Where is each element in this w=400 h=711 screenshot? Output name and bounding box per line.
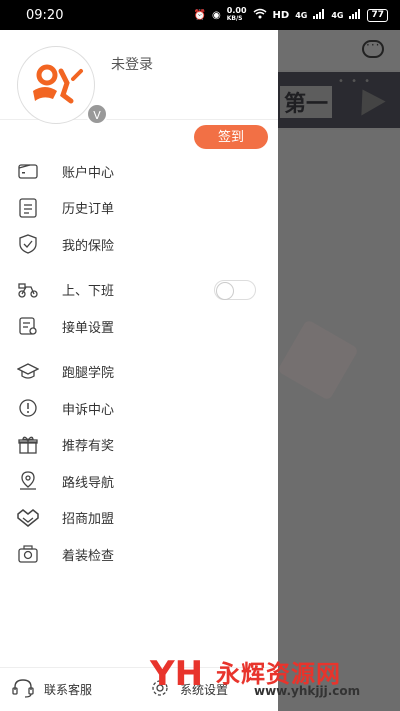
signal-1-label: 4G — [295, 10, 308, 20]
menu-item-label: 推荐有奖 — [62, 439, 115, 455]
menu-item-label: 接单设置 — [62, 320, 115, 336]
paper-plane-icon — [350, 82, 386, 116]
watermark-url: www.yhkjjj.com — [254, 684, 361, 698]
menu-item-academy[interactable]: 跑腿学院 — [0, 354, 278, 391]
shield-icon — [17, 233, 39, 255]
chat-icon — [362, 38, 384, 58]
camera-icon — [17, 543, 39, 565]
background-app-overlay[interactable]: • • • 第一 — [278, 30, 400, 711]
background-body — [278, 130, 400, 711]
background-header — [278, 30, 400, 70]
signal-2-label: 4G — [331, 10, 344, 20]
battery-icon: 77 — [367, 8, 388, 22]
net-speed: 0.00 KB/S — [227, 7, 247, 23]
wallet-icon — [17, 160, 39, 182]
customer-service-button[interactable]: 联系客服 — [12, 678, 92, 702]
background-banner: • • • 第一 — [278, 72, 400, 128]
login-status[interactable]: 未登录 — [111, 54, 153, 74]
menu-item-appeal-center[interactable]: 申诉中心 — [0, 390, 278, 427]
menu-item-on-off-duty[interactable]: 上、下班 — [0, 272, 278, 309]
map-pin-icon — [17, 470, 39, 492]
background-decoration — [278, 319, 359, 401]
navigation-drawer: V 未登录 签到 账户中心 历史订单 我的保险 上、下班 接单设置 跑腿学院 申… — [0, 30, 278, 711]
menu-item-label: 跑腿学院 — [62, 366, 115, 382]
wifi-icon — [253, 8, 267, 22]
graduation-cap-icon — [17, 361, 39, 383]
signin-button[interactable]: 签到 — [194, 125, 268, 149]
menu-item-label: 招商加盟 — [62, 512, 115, 528]
handshake-icon — [17, 507, 39, 529]
menu-item-route-navigation[interactable]: 路线导航 — [0, 463, 278, 500]
watermark: YH 永辉资源网 www.yhkjjj.com — [146, 650, 400, 710]
alarm-icon: ⏰ — [193, 9, 207, 21]
order-list-icon — [17, 197, 39, 219]
watermark-logo: YH — [150, 654, 204, 694]
menu-spacer — [0, 263, 278, 272]
duty-toggle[interactable] — [214, 279, 256, 300]
headset-icon — [12, 678, 34, 702]
drawer-menu: 账户中心 历史订单 我的保险 上、下班 接单设置 跑腿学院 申诉中心 推荐有奖 … — [0, 153, 278, 573]
menu-item-label: 账户中心 — [62, 165, 115, 181]
menu-item-account[interactable]: 账户中心 — [0, 153, 278, 190]
status-icons: ⏰ ◉ 0.00 KB/S HD 4G 4G 77 — [194, 7, 388, 23]
menu-item-label: 申诉中心 — [62, 402, 115, 418]
location-icon: ◉ — [212, 9, 221, 21]
menu-item-order-settings[interactable]: 接单设置 — [0, 308, 278, 345]
signal-bars-icon-2 — [349, 8, 361, 22]
customer-service-label: 联系客服 — [44, 683, 93, 697]
menu-item-label: 我的保险 — [62, 238, 115, 254]
net-speed-value: 0.00 — [226, 6, 247, 15]
net-speed-unit: KB/S — [226, 15, 243, 22]
gift-icon — [17, 434, 39, 456]
menu-item-franchise[interactable]: 招商加盟 — [0, 500, 278, 537]
menu-item-insurance[interactable]: 我的保险 — [0, 226, 278, 263]
avatar[interactable]: V — [17, 46, 108, 125]
menu-item-label: 着装检查 — [62, 548, 115, 564]
verified-badge: V — [86, 103, 108, 125]
profile-header[interactable]: V 未登录 — [0, 30, 278, 125]
alert-circle-icon — [17, 397, 39, 419]
menu-item-label: 上、下班 — [62, 284, 115, 300]
menu-item-uniform-check[interactable]: 着装检查 — [0, 536, 278, 573]
hd-label: HD — [272, 9, 290, 21]
status-bar: 09:20 ⏰ ◉ 0.00 KB/S HD 4G 4G 77 — [0, 0, 400, 30]
app-logo-icon — [33, 64, 83, 104]
status-time: 09:20 — [26, 7, 64, 23]
menu-item-referral[interactable]: 推荐有奖 — [0, 427, 278, 464]
scooter-icon — [17, 279, 39, 301]
banner-text: 第一 — [280, 86, 333, 118]
menu-item-label: 路线导航 — [62, 475, 115, 491]
menu-spacer — [0, 345, 278, 354]
menu-item-history-orders[interactable]: 历史订单 — [0, 190, 278, 227]
menu-item-label: 历史订单 — [62, 202, 115, 218]
order-settings-icon — [17, 315, 39, 337]
signal-bars-icon-1 — [313, 8, 325, 22]
